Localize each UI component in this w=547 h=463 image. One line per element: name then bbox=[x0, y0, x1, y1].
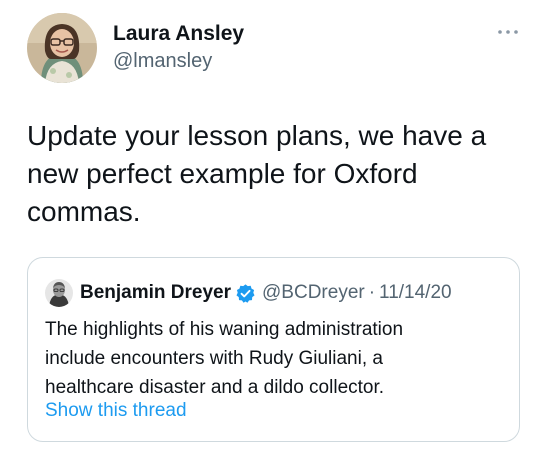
more-horizontal-icon[interactable] bbox=[494, 24, 522, 40]
verified-badge-icon bbox=[236, 283, 255, 303]
show-thread-link[interactable]: Show this thread bbox=[45, 400, 187, 422]
tweet: Laura Ansley @lmansley Update your lesso… bbox=[0, 0, 547, 463]
separator-dot: · bbox=[368, 282, 376, 303]
quoted-tweet-text: The highlights of his waning administrat… bbox=[45, 319, 404, 398]
quoted-author-handle[interactable]: @BCDreyer bbox=[262, 282, 365, 304]
quoted-tweet-header: Benjamin Dreyer @BCDreyer · 11/14/20 bbox=[80, 279, 452, 307]
tweet-text: Update your lesson plans, we have a new … bbox=[27, 120, 487, 227]
quoted-tweet-date[interactable]: 11/14/20 bbox=[379, 282, 452, 304]
author-handle[interactable]: @lmansley bbox=[113, 50, 212, 73]
quoted-author-avatar[interactable] bbox=[45, 279, 73, 307]
quoted-author-name[interactable]: Benjamin Dreyer bbox=[80, 282, 231, 304]
author-avatar[interactable] bbox=[27, 13, 97, 83]
author-name[interactable]: Laura Ansley bbox=[113, 22, 244, 46]
quoted-tweet-card[interactable]: Benjamin Dreyer @BCDreyer · 11/14/20 The… bbox=[27, 257, 520, 442]
